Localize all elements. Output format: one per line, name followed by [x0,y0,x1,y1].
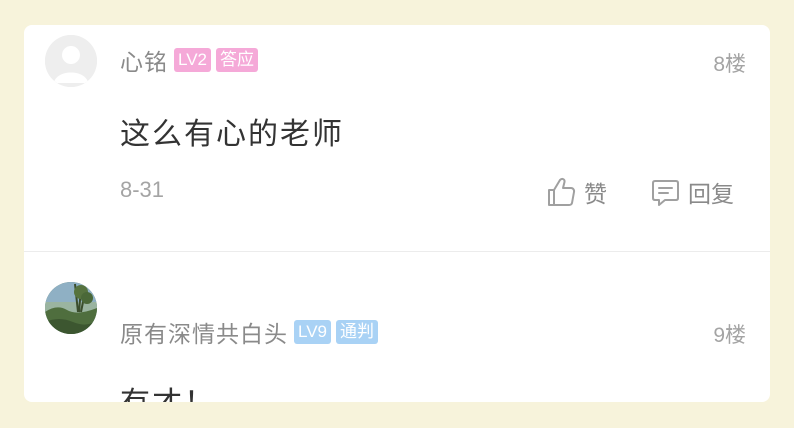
title-badge: 通判 [336,320,378,344]
username[interactable]: 心铭 [120,43,168,77]
comment-item: 心铭 LV2 答应 8楼 这么有心的老师 8-31 赞 回复 [24,25,770,251]
thumbs-up-icon [548,177,576,206]
floor-number: 8楼 [713,53,746,76]
landscape-avatar-image [45,282,97,334]
avatar[interactable] [45,282,97,334]
title-badge: 答应 [216,48,258,72]
comment-date: 8-31 [120,177,165,202]
comment-item: 原有深情共白头 LV9 通判 9楼 有才！ [24,252,770,402]
like-label: 赞 [584,182,607,208]
user-info: 心铭 LV2 答应 [120,43,258,77]
comment-content: 有才！ [120,378,216,402]
reply-label: 回复 [688,182,734,208]
reply-button[interactable]: 回复 [650,175,734,209]
comment-list: 心铭 LV2 答应 8楼 这么有心的老师 8-31 赞 回复 原有深情共白头 L… [24,25,770,402]
comment-content: 这么有心的老师 [120,117,344,152]
avatar[interactable] [45,35,97,87]
username[interactable]: 原有深情共白头 [120,315,288,349]
like-button[interactable]: 赞 [546,175,607,209]
user-info: 原有深情共白头 LV9 通判 [120,315,378,349]
default-avatar-icon [45,35,97,87]
comment-bubble-icon [652,180,679,206]
floor-number: 9楼 [713,324,746,347]
level-badge: LV2 [174,48,211,72]
level-badge: LV9 [294,320,331,344]
